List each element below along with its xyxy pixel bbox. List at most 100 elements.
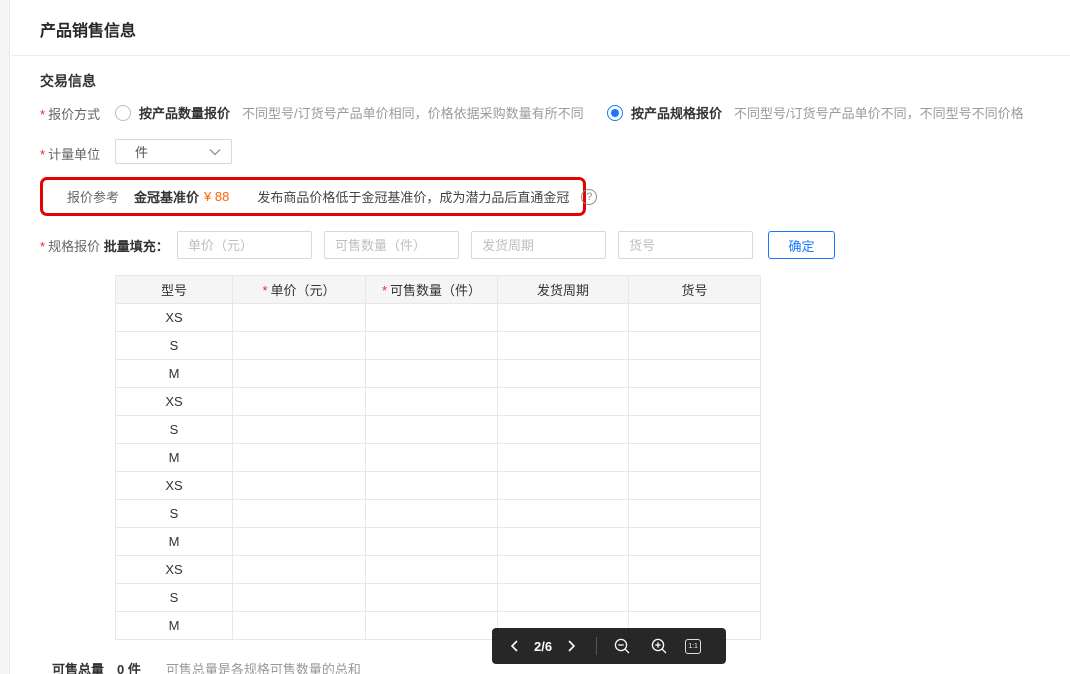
itemno-cell[interactable] (628, 359, 761, 388)
table-row: S (115, 331, 761, 360)
price-cell[interactable] (232, 555, 366, 584)
next-page-button[interactable] (565, 639, 578, 653)
quantity-cell[interactable] (365, 611, 498, 640)
price-cell[interactable] (232, 471, 366, 500)
radio-option-label: 按产品数量报价 (139, 106, 231, 121)
quantity-cell[interactable] (365, 415, 498, 444)
cycle-cell[interactable] (497, 359, 629, 388)
itemno-cell[interactable] (628, 471, 761, 500)
table-header-row: 型号 * 单价（元） * 可售数量（件） 发货周期 货号 (115, 275, 761, 304)
cycle-cell[interactable] (497, 443, 629, 472)
prev-page-button[interactable] (508, 639, 521, 653)
table-row: S (115, 583, 761, 612)
cycle-cell[interactable] (497, 583, 629, 612)
required-asterisk: * (40, 107, 46, 122)
cycle-cell[interactable] (497, 555, 629, 584)
quantity-cell[interactable] (365, 443, 498, 472)
radio-quote-by-quantity[interactable]: 按产品数量报价 不同型号/订货号产品单价相同，价格依据采购数量有所不同 (115, 103, 584, 122)
help-icon[interactable]: ? (581, 188, 598, 205)
quantity-cell[interactable] (365, 303, 498, 332)
price-cell[interactable] (232, 359, 366, 388)
zoom-out-button[interactable] (613, 637, 631, 655)
itemno-cell[interactable] (628, 527, 761, 556)
toolbar-divider (596, 637, 598, 655)
quote-method-label: * 报价方式 (40, 107, 101, 122)
model-cell: S (115, 499, 233, 528)
quote-reference-callout: 报价参考 金冠基准价 ¥ 88 发布商品价格低于金冠基准价，成为潜力品后直通金冠… (40, 177, 598, 216)
cycle-cell[interactable] (497, 387, 629, 416)
cycle-cell[interactable] (497, 527, 629, 556)
table-row: S (115, 415, 761, 444)
itemno-cell[interactable] (628, 443, 761, 472)
left-gutter (0, 0, 10, 674)
radio-quote-by-spec[interactable]: 按产品规格报价 不同型号/订货号产品单价不同，不同型号不同价格 (607, 103, 1024, 122)
cycle-cell[interactable] (497, 303, 629, 332)
total-label: 可售总量 (52, 662, 105, 674)
chevron-right-icon (568, 640, 576, 652)
batch-cycle-input[interactable] (471, 231, 606, 259)
col-header-price: * 单价（元） (232, 275, 366, 304)
quantity-cell[interactable] (365, 527, 498, 556)
cycle-cell[interactable] (497, 471, 629, 500)
price-cell[interactable] (232, 611, 366, 640)
spec-price-table: 型号 * 单价（元） * 可售数量（件） 发货周期 货号 XS S M XS S M… (115, 275, 761, 640)
price-cell[interactable] (232, 303, 366, 332)
itemno-cell[interactable] (628, 331, 761, 360)
batch-fill-label: 批量填充： (103, 238, 169, 254)
price-cell[interactable] (232, 331, 366, 360)
itemno-cell[interactable] (628, 583, 761, 612)
total-quantity-row: 可售总量 0 件 可售总量是各规格可售数量的总和 (52, 659, 361, 674)
table-row: XS (115, 387, 761, 416)
confirm-button[interactable]: 确定 (768, 231, 835, 259)
quantity-cell[interactable] (365, 583, 498, 612)
actual-size-icon[interactable]: 1:1 (685, 638, 702, 654)
quantity-cell[interactable] (365, 359, 498, 388)
price-cell[interactable] (232, 499, 366, 528)
model-cell: M (115, 527, 233, 556)
radio-option-desc: 不同型号/订货号产品单价不同，不同型号不同价格 (734, 106, 1024, 121)
model-cell: XS (115, 387, 233, 416)
quantity-cell[interactable] (365, 387, 498, 416)
itemno-cell[interactable] (628, 303, 761, 332)
price-cell[interactable] (232, 443, 366, 472)
col-header-cycle: 发货周期 (497, 275, 629, 304)
cycle-cell[interactable] (497, 331, 629, 360)
price-cell[interactable] (232, 527, 366, 556)
itemno-cell[interactable] (628, 499, 761, 528)
batch-quantity-input[interactable] (324, 231, 459, 259)
price-cell[interactable] (232, 415, 366, 444)
itemno-cell[interactable] (628, 415, 761, 444)
model-cell: S (115, 415, 233, 444)
cycle-cell[interactable] (497, 499, 629, 528)
quote-method-row: * 报价方式 按产品数量报价 不同型号/订货号产品单价相同，价格依据采购数量有所不… (40, 104, 1040, 122)
quantity-cell[interactable] (365, 471, 498, 500)
zoom-in-icon (651, 638, 667, 654)
cycle-cell[interactable] (497, 415, 629, 444)
chevron-left-icon (510, 640, 518, 652)
model-cell: M (115, 611, 233, 640)
itemno-cell[interactable] (628, 387, 761, 416)
page-title: 产品销售信息 (40, 23, 137, 40)
quantity-cell[interactable] (365, 555, 498, 584)
radio-checked-icon (607, 104, 623, 121)
title-divider (11, 55, 1070, 56)
product-sales-form: 产品销售信息 交易信息 * 报价方式 按产品数量报价 不同型号/订货号产品单价相同… (0, 0, 1070, 674)
col-header-itemno: 货号 (628, 275, 761, 304)
batch-itemno-input[interactable] (618, 231, 753, 259)
itemno-cell[interactable] (628, 555, 761, 584)
batch-price-input[interactable] (177, 231, 312, 259)
table-row: XS (115, 555, 761, 584)
page-indicator: 2/6 (534, 638, 553, 654)
chevron-down-icon (209, 148, 221, 155)
price-cell[interactable] (232, 387, 366, 416)
zoom-in-button[interactable] (650, 637, 668, 655)
model-cell: S (115, 583, 233, 612)
quantity-cell[interactable] (365, 331, 498, 360)
price-cell[interactable] (232, 583, 366, 612)
model-cell: S (115, 331, 233, 360)
quantity-cell[interactable] (365, 499, 498, 528)
required-asterisk: * (381, 283, 388, 298)
unit-select[interactable]: 件 (115, 139, 232, 164)
section-title-transaction: 交易信息 (40, 73, 96, 89)
model-cell: XS (115, 555, 233, 584)
